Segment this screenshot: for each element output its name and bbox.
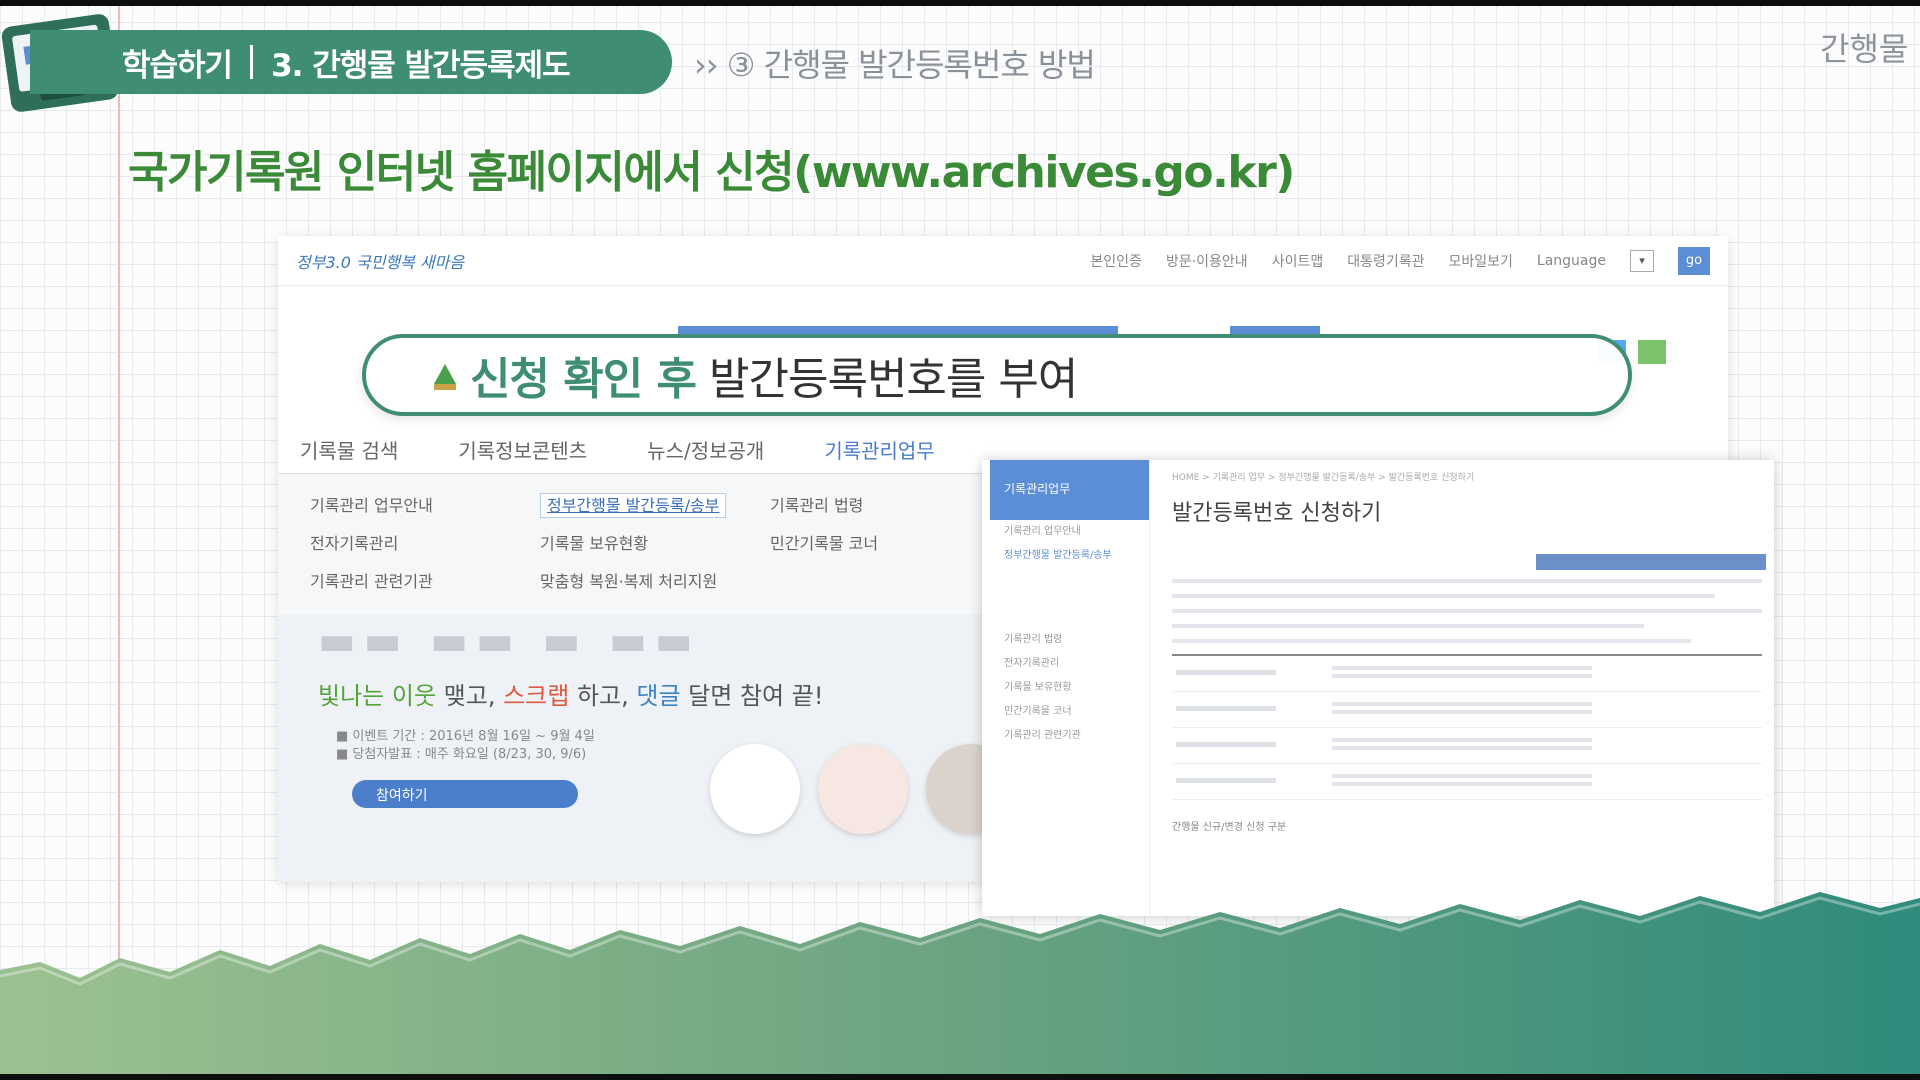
go-button[interactable]: go <box>1678 246 1710 275</box>
table-row <box>1172 728 1762 764</box>
submenu-item[interactable]: 기록관리 관련기관 <box>310 568 540 592</box>
overlay-text-block <box>1172 579 1762 643</box>
toplink[interactable]: 본인인증 <box>1090 251 1142 271</box>
earphone-image <box>710 744 800 834</box>
sidebar-item[interactable]: 기록관리 관련기관 <box>990 724 1149 748</box>
toplink[interactable]: 사이트맵 <box>1272 251 1324 271</box>
header-ribbon: 학습하기 3. 간행물 발간등록제도 <box>30 30 672 94</box>
site-topbar: 정부3.0 국민행복 새마음 본인인증 방문·이용안내 사이트맵 대통령기록관 … <box>278 236 1728 286</box>
breadcrumb: ›› ③ 간행물 발간등록번호 방법 <box>694 46 1096 84</box>
callout-box: 신청 확인 후 발간등록번호를 부여 <box>362 334 1632 416</box>
section-label: 학습하기 <box>122 47 233 84</box>
overlay-main: HOME > 기록관리 업무 > 정부간행물 발간등록/송부 > 발간등록번호 … <box>1172 470 1766 833</box>
banner-info: ■ 이벤트 기간 : 2016년 8월 16일 ~ 9월 4일 ■ 당첨자발표 … <box>336 729 595 762</box>
chapter-label: 3. 간행물 발간등록제도 <box>271 47 571 84</box>
sidebar-item[interactable]: 기록관리 업무안내 <box>990 520 1149 544</box>
toplink[interactable]: 대통령기록관 <box>1347 251 1424 271</box>
table-row <box>1172 764 1762 800</box>
site-logo: 정부3.0 국민행복 새마음 <box>296 252 465 272</box>
sidebar-item[interactable]: 민간기록물 코너 <box>990 700 1149 724</box>
apply-button[interactable] <box>1536 554 1766 570</box>
nav-item-active[interactable]: 기록관리업무 <box>824 435 935 477</box>
toplink[interactable]: 방문·이용안내 <box>1166 251 1248 271</box>
event-banner: ▬▬ ▬▬ ▬ ▬▬ 빛나는 이웃 맺고, 스크랩 하고, 댓글 달면 참여 끝… <box>278 614 1016 882</box>
join-button[interactable]: 참여하기 <box>352 780 578 808</box>
divider <box>250 45 254 79</box>
table-row <box>1172 692 1762 728</box>
submenu-item[interactable]: 기록관리 업무안내 <box>310 492 540 516</box>
page-headline: 국가기록원 인터넷 홈페이지에서 신청(www.archives.go.kr) <box>128 147 1295 198</box>
nav-item[interactable]: 뉴스/정보공개 <box>647 435 764 464</box>
overlay-sidebar: 기록관리업무 기록관리 업무안내 정부간행물 발간등록/송부 기록관리 법령 전… <box>990 460 1150 916</box>
chevron-down-icon[interactable]: ▾ <box>1630 249 1654 272</box>
overlay-footer: 간행물 신규/변경 신청 구분 <box>1172 822 1287 833</box>
nav-item[interactable]: 기록정보콘텐츠 <box>458 435 587 464</box>
sidebar-item-active[interactable]: 정부간행물 발간등록/송부 <box>990 544 1149 568</box>
application-page: 기록관리업무 기록관리 업무안내 정부간행물 발간등록/송부 기록관리 법령 전… <box>982 460 1774 916</box>
submenu-item[interactable]: 민간기록물 코너 <box>770 530 1000 554</box>
sidebar-item[interactable]: 기록관리 법령 <box>990 628 1149 652</box>
site-submenu: 기록관리 업무안내 정부간행물 발간등록/송부 기록관리 법령 전자기록관리 기… <box>278 474 998 614</box>
cake-image <box>818 744 908 834</box>
site-toplinks: 본인인증 방문·이용안내 사이트맵 대통령기록관 모바일보기 Language … <box>1090 246 1710 275</box>
sidebar-item[interactable]: 전자기록관리 <box>990 652 1149 676</box>
overlay-table <box>1172 654 1762 800</box>
submenu-item-selected[interactable]: 정부간행물 발간등록/송부 <box>540 493 727 518</box>
nav-item[interactable]: 기록물 검색 <box>300 435 398 464</box>
submenu-item[interactable]: 기록물 보유현황 <box>540 530 770 554</box>
submenu-item[interactable]: 기록관리 법령 <box>770 492 1000 516</box>
sidebar-item[interactable]: 기록물 보유현황 <box>990 676 1149 700</box>
toplink[interactable]: 모바일보기 <box>1449 251 1513 271</box>
corner-label: 간행물 <box>1820 30 1909 68</box>
callout-text: 신청 확인 후 발간등록번호를 부여 <box>470 354 1078 405</box>
overlay-title: 발간등록번호 신청하기 <box>1172 501 1382 526</box>
submenu-item[interactable]: 전자기록관리 <box>310 530 540 554</box>
sidebar-title: 기록관리업무 <box>990 460 1149 520</box>
overlay-path: HOME > 기록관리 업무 > 정부간행물 발간등록/송부 > 발간등록번호 … <box>1172 473 1475 483</box>
banner-slogan: 빛나는 이웃 맺고, 스크랩 하고, 댓글 달면 참여 끝! <box>318 682 824 710</box>
banner-decor: ▬▬ ▬▬ ▬ ▬▬ <box>318 618 701 664</box>
language-label: Language <box>1536 252 1606 269</box>
share-icon[interactable] <box>1638 340 1666 364</box>
margin-line <box>118 0 120 1000</box>
tree-icon <box>434 364 456 390</box>
top-edge <box>0 0 1920 6</box>
submenu-item[interactable]: 맞춤형 복원·복제 처리지원 <box>540 568 770 592</box>
table-row <box>1172 656 1762 692</box>
